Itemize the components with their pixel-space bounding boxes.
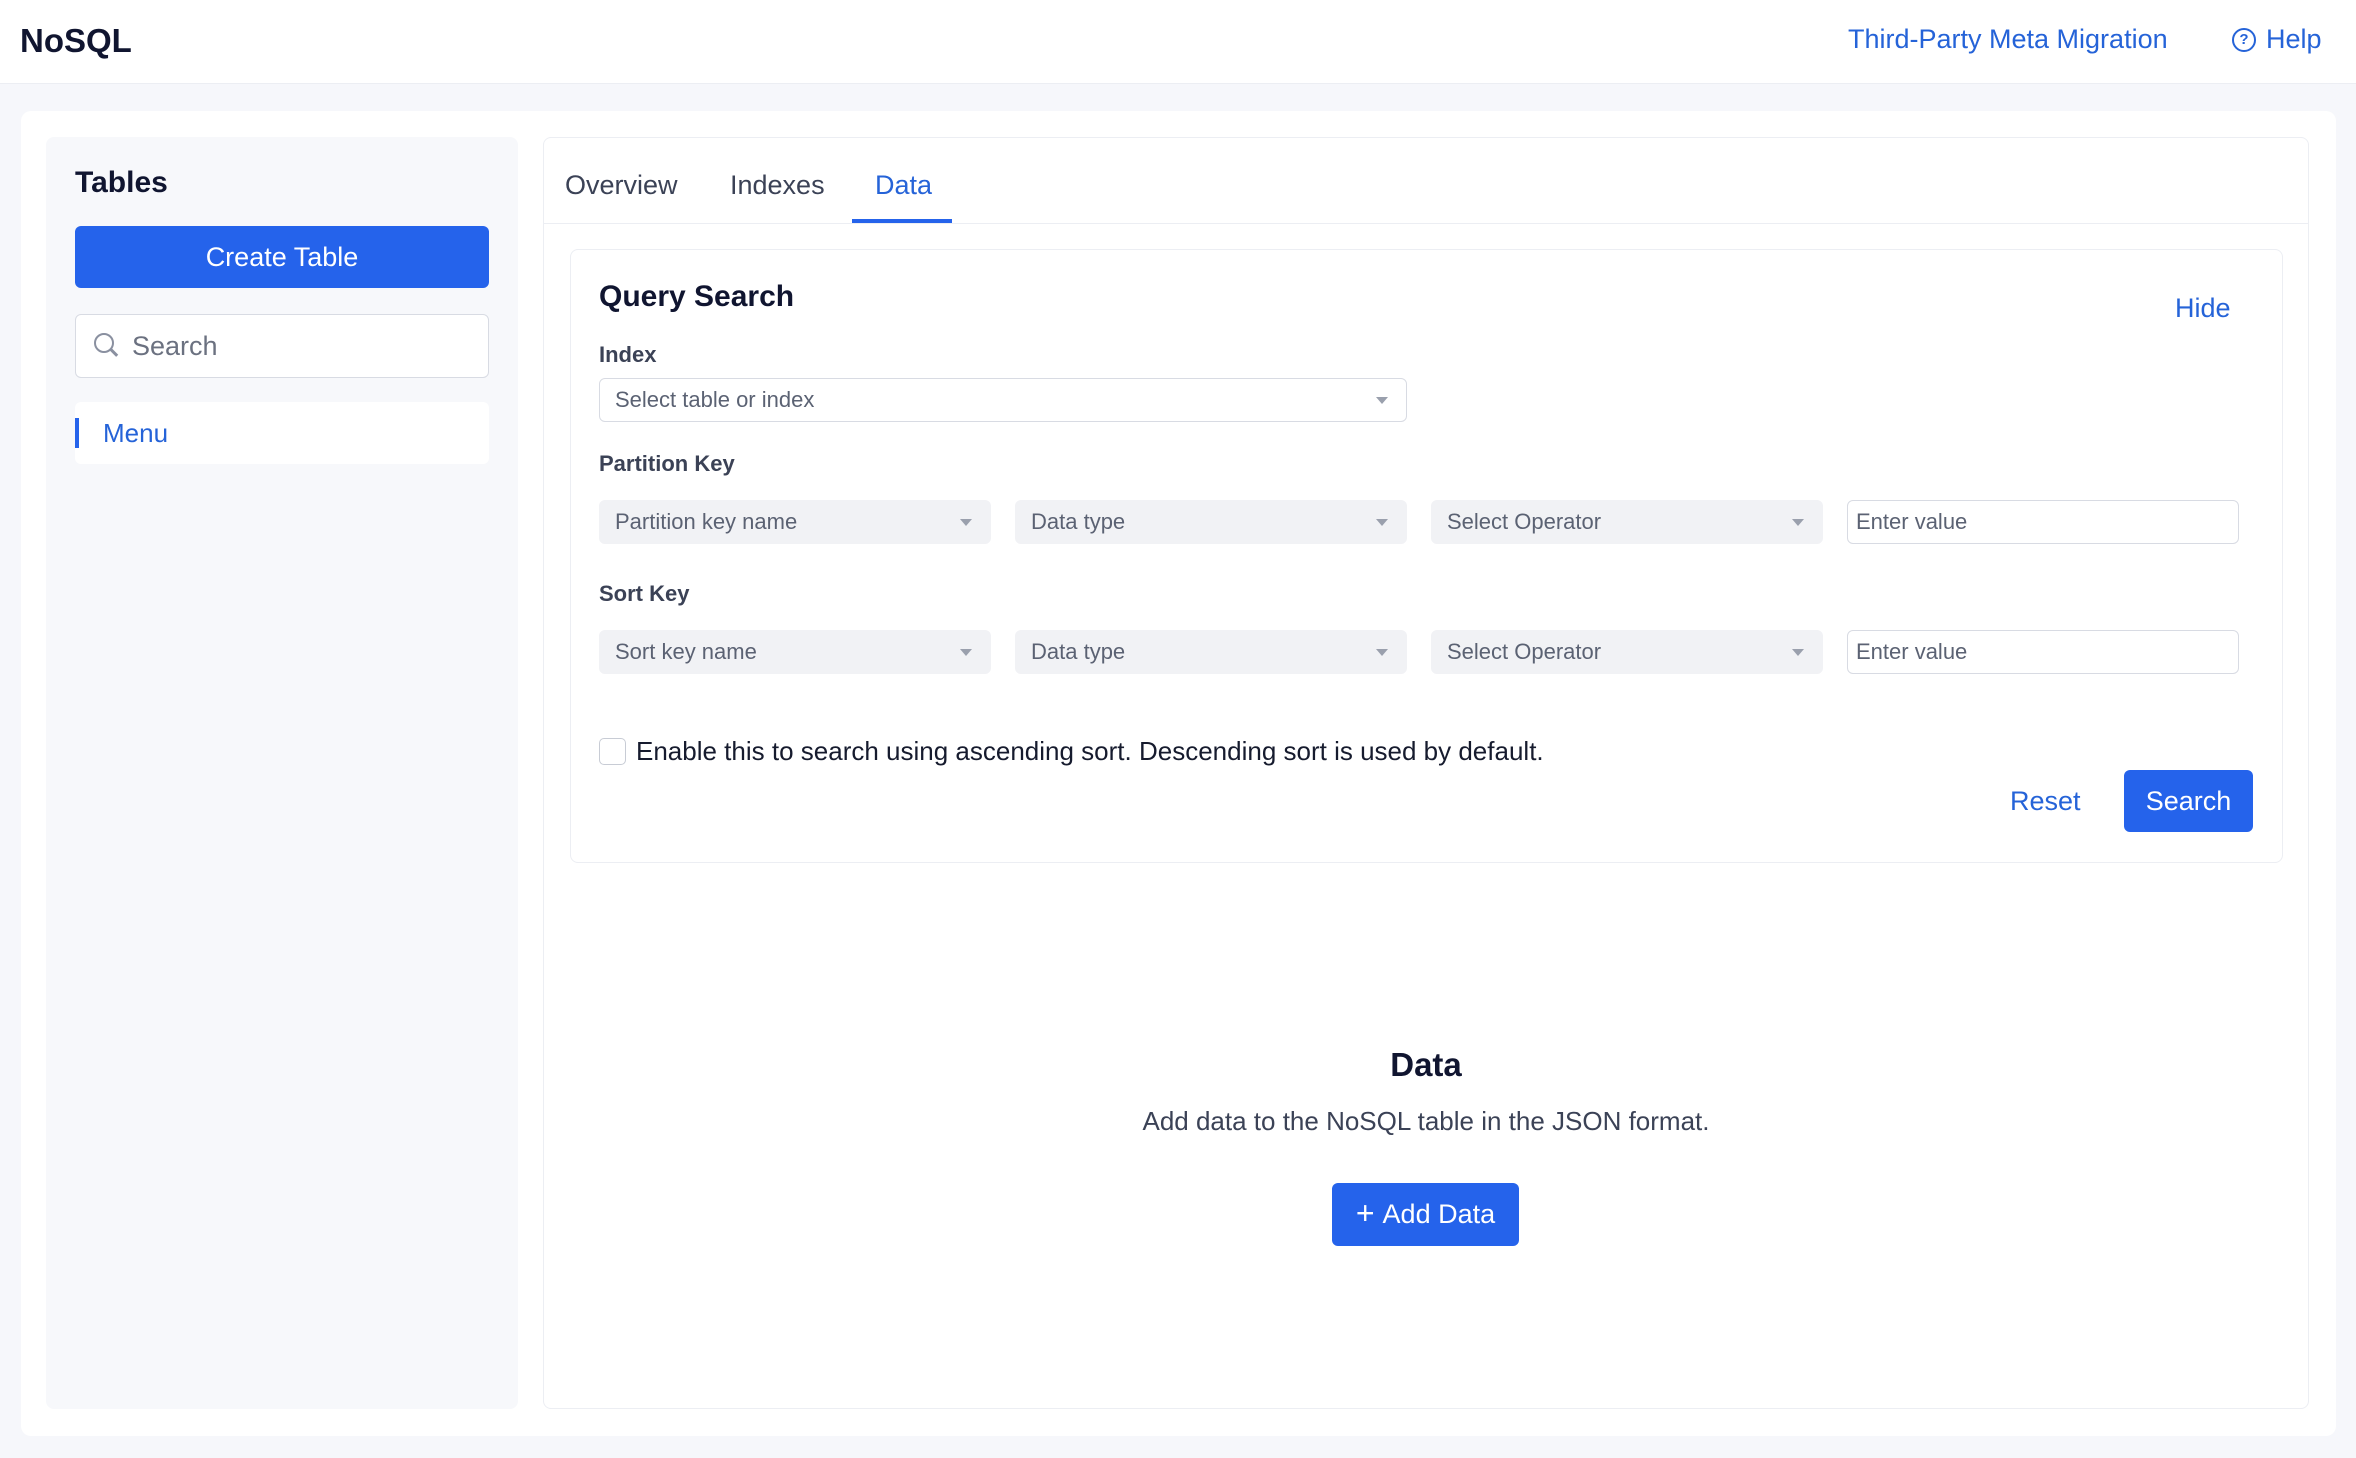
- sort-key-value-input[interactable]: [1847, 630, 2239, 674]
- sort-key-name-select[interactable]: Sort key name: [599, 630, 991, 674]
- partition-key-type-select[interactable]: Data type: [1015, 500, 1407, 544]
- active-tab-underline: [852, 219, 952, 223]
- plus-icon: +: [1355, 1195, 1375, 1231]
- index-label: Index: [599, 342, 657, 367]
- hide-query-button[interactable]: Hide: [2175, 293, 2231, 324]
- sort-key-type-select[interactable]: Data type: [1015, 630, 1407, 674]
- tab-indexes[interactable]: Indexes: [730, 170, 825, 201]
- partition-key-operator-value: Select Operator: [1447, 509, 1602, 534]
- sidebar-item-label: Menu: [103, 417, 169, 448]
- add-data-button[interactable]: + Add Data: [1332, 1183, 1519, 1246]
- index-select[interactable]: Select table or index: [599, 378, 1407, 422]
- add-data-label: Add Data: [1382, 1199, 1496, 1229]
- active-indicator: [75, 418, 79, 448]
- sidebar-title: Tables: [75, 166, 168, 199]
- help-link[interactable]: ? Help: [2232, 24, 2322, 55]
- chevron-down-icon: [1376, 397, 1388, 404]
- ascending-sort-checkbox[interactable]: [599, 738, 626, 765]
- search-icon: [94, 333, 120, 359]
- chevron-down-icon: [1792, 649, 1804, 656]
- create-table-button[interactable]: Create Table: [75, 226, 489, 288]
- sidebar-item-menu[interactable]: Menu: [75, 402, 489, 464]
- sort-key-operator-value: Select Operator: [1447, 639, 1602, 664]
- third-party-migration-link[interactable]: Third-Party Meta Migration: [1848, 24, 2168, 55]
- sort-key-label: Sort Key: [599, 581, 690, 606]
- partition-key-name-value: Partition key name: [615, 509, 798, 534]
- tab-data[interactable]: Data: [875, 170, 932, 201]
- ascending-sort-option: Enable this to search using ascending so…: [599, 736, 1544, 767]
- chevron-down-icon: [1376, 519, 1388, 526]
- empty-state-description: Add data to the NoSQL table in the JSON …: [1142, 1106, 1710, 1136]
- search-button[interactable]: Search: [2124, 770, 2253, 832]
- app-brand: NoSQL: [20, 22, 132, 59]
- sort-key-type-value: Data type: [1031, 639, 1126, 664]
- chevron-down-icon: [1792, 519, 1804, 526]
- empty-state-title: Data: [1390, 1046, 1462, 1083]
- partition-key-name-select[interactable]: Partition key name: [599, 500, 991, 544]
- chevron-down-icon: [960, 519, 972, 526]
- query-search-card: [570, 249, 2283, 863]
- table-search-box: [75, 314, 489, 378]
- partition-key-type-value: Data type: [1031, 509, 1126, 534]
- ascending-sort-label: Enable this to search using ascending so…: [636, 736, 1544, 766]
- question-circle-icon: ?: [2232, 27, 2256, 52]
- index-select-value: Select table or index: [615, 387, 815, 412]
- sort-key-operator-select[interactable]: Select Operator: [1431, 630, 1823, 674]
- partition-key-operator-select[interactable]: Select Operator: [1431, 500, 1823, 544]
- sort-key-name-value: Sort key name: [615, 639, 757, 664]
- query-search-title: Query Search: [599, 280, 795, 313]
- help-label: Help: [2266, 24, 2322, 54]
- chevron-down-icon: [960, 649, 972, 656]
- tab-overview[interactable]: Overview: [565, 170, 678, 201]
- table-search-input[interactable]: [132, 330, 472, 362]
- reset-button[interactable]: Reset: [2010, 786, 2081, 817]
- partition-key-label: Partition Key: [599, 451, 735, 476]
- partition-key-value-input[interactable]: [1847, 500, 2239, 544]
- chevron-down-icon: [1376, 649, 1388, 656]
